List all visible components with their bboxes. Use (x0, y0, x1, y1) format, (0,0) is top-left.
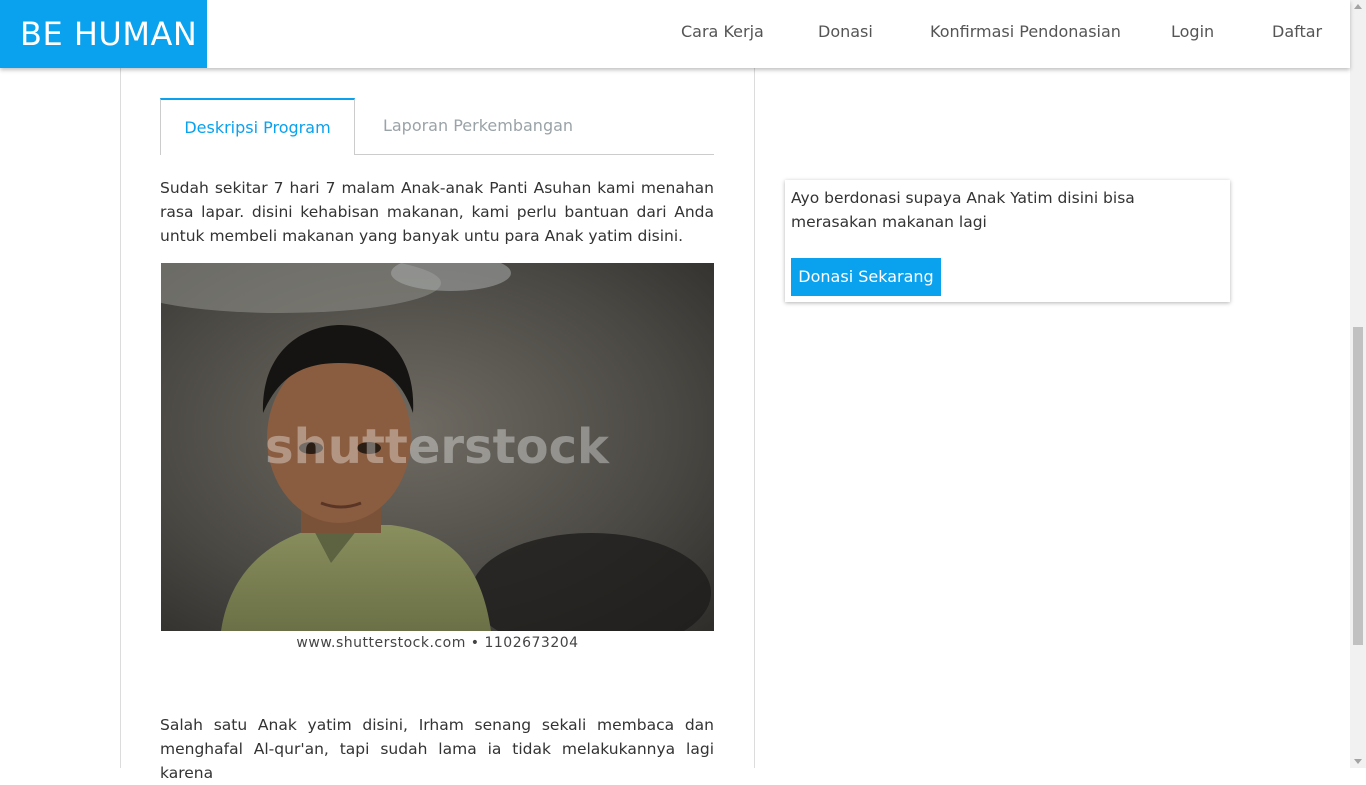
donation-call-text: Ayo berdonasi supaya Anak Yatim disini b… (791, 189, 1135, 231)
tab-deskripsi-program[interactable]: Deskripsi Program (160, 98, 355, 155)
scroll-up-arrow-icon[interactable] (1354, 4, 1362, 9)
program-story-paragraph: Salah satu Anak yatim disini, Irham sena… (160, 716, 714, 782)
photo-caption: www.shutterstock.com • 1102673204 (161, 631, 714, 655)
scrollbar-thumb[interactable] (1353, 327, 1363, 645)
tab-laporan-perkembangan[interactable]: Laporan Perkembangan (355, 98, 601, 154)
donate-now-button[interactable]: Donasi Sekarang (791, 258, 941, 296)
donation-call-card: Ayo berdonasi supaya Anak Yatim disini b… (785, 180, 1230, 302)
photo-watermark: shutterstock (265, 419, 610, 475)
nav-daftar[interactable]: Daftar (1272, 0, 1322, 64)
nav-cara-kerja[interactable]: Cara Kerja (681, 0, 764, 64)
brand-logo[interactable]: BE HUMAN (0, 0, 207, 68)
nav-konfirmasi-pendonasian[interactable]: Konfirmasi Pendonasian (930, 0, 1121, 64)
program-photo: shutterstock (161, 263, 714, 631)
scroll-down-arrow-icon[interactable] (1354, 759, 1362, 764)
top-navbar: BE HUMAN Cara Kerja Donasi Konfirmasi Pe… (0, 0, 1350, 68)
nav-login[interactable]: Login (1171, 0, 1214, 64)
program-description-paragraph: Sudah sekitar 7 hari 7 malam Anak-anak P… (160, 179, 714, 245)
nav-donasi[interactable]: Donasi (818, 0, 873, 64)
